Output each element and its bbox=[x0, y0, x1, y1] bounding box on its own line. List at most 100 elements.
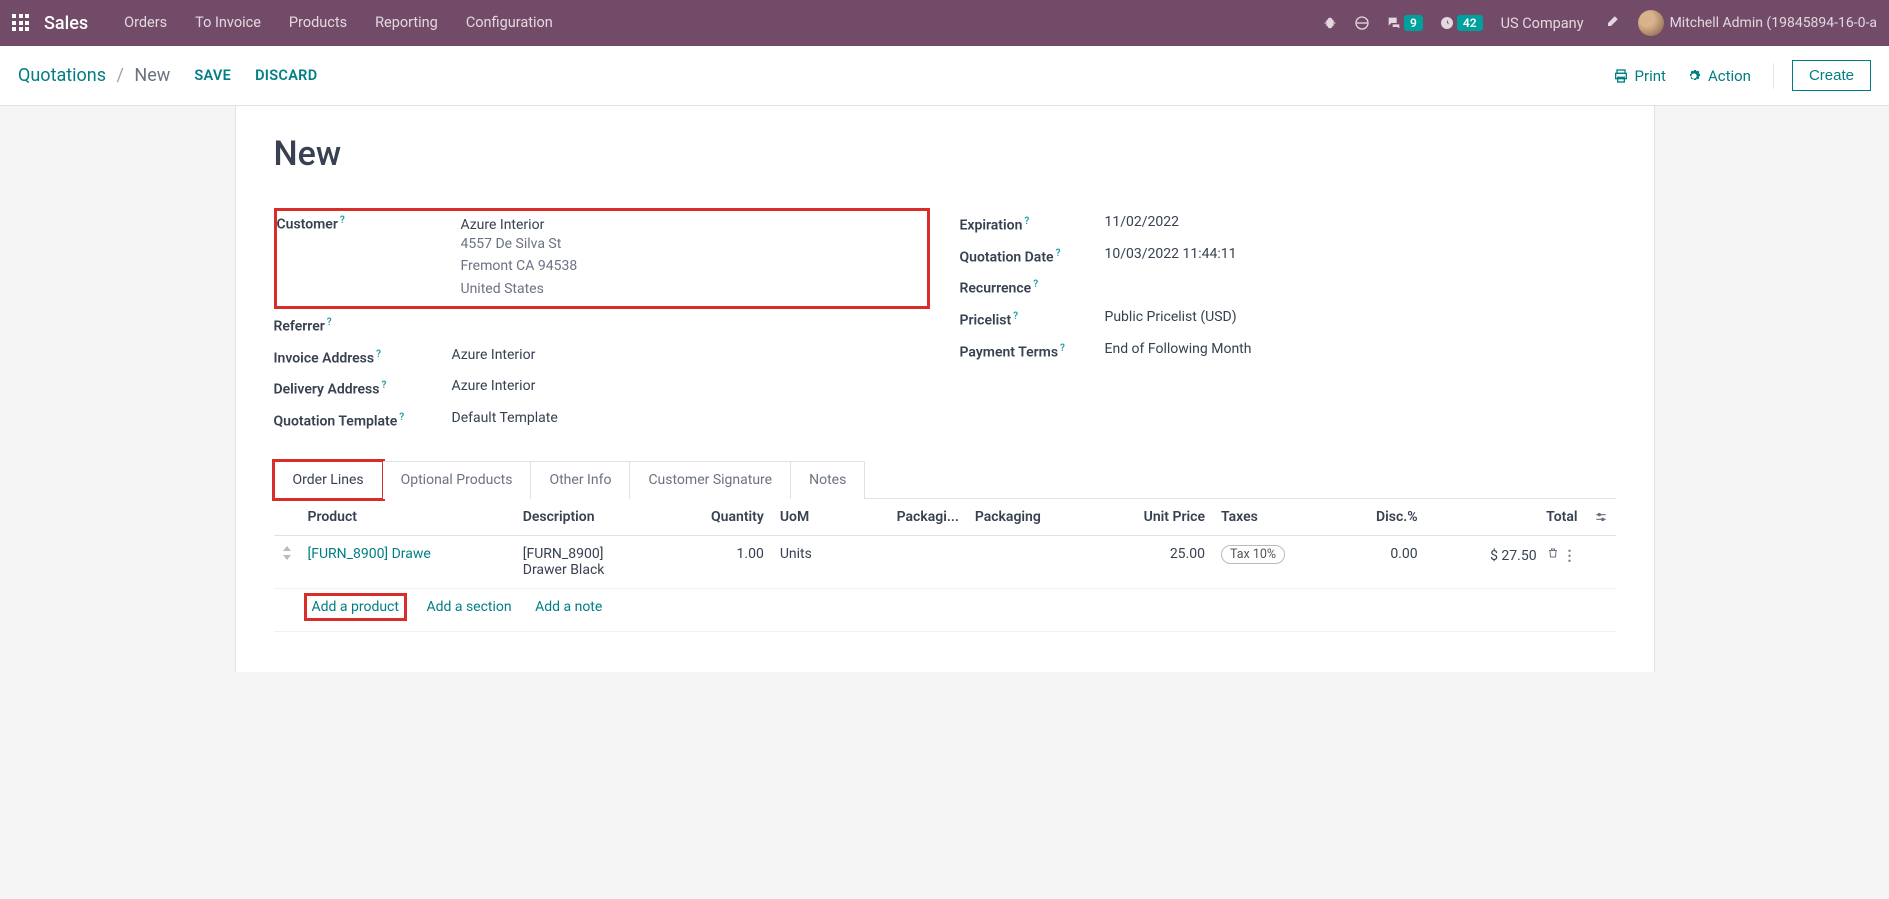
col-discount[interactable]: Disc.% bbox=[1337, 499, 1426, 536]
col-packaging-qty[interactable]: Packagi... bbox=[846, 499, 967, 536]
col-quantity[interactable]: Quantity bbox=[666, 499, 772, 536]
breadcrumb-sep: / bbox=[116, 65, 123, 86]
quotation-date-field[interactable]: 10/03/2022 11:44:11 bbox=[1105, 246, 1237, 266]
nav-products[interactable]: Products bbox=[275, 0, 361, 46]
referrer-label: Referrer bbox=[274, 319, 325, 335]
product-cell[interactable]: [FURN_8900] Drawe bbox=[308, 546, 431, 562]
bug-icon[interactable] bbox=[1322, 15, 1338, 31]
order-lines-table: Product Description Quantity UoM Packagi… bbox=[274, 499, 1616, 632]
control-bar: Quotations / New SAVE DISCARD Print Acti… bbox=[0, 46, 1889, 106]
expiration-field[interactable]: 11/02/2022 bbox=[1105, 214, 1180, 234]
action-label: Action bbox=[1708, 67, 1751, 85]
discount-cell[interactable]: 0.00 bbox=[1337, 535, 1426, 588]
breadcrumb-current: New bbox=[134, 65, 170, 86]
help-icon[interactable]: ? bbox=[381, 380, 386, 391]
col-unit-price[interactable]: Unit Price bbox=[1094, 499, 1213, 536]
pricelist-field[interactable]: Public Pricelist (USD) bbox=[1105, 309, 1237, 329]
nav-orders[interactable]: Orders bbox=[110, 0, 181, 46]
help-icon[interactable]: ? bbox=[399, 412, 404, 423]
recurrence-label: Recurrence bbox=[960, 281, 1032, 297]
user-menu[interactable]: Mitchell Admin (19845894-16-0-a bbox=[1670, 15, 1877, 31]
form-right-col: Expiration? 11/02/2022 Quotation Date? 1… bbox=[960, 208, 1616, 436]
packaging-cell[interactable] bbox=[967, 535, 1094, 588]
quotation-template-label: Quotation Template bbox=[274, 414, 398, 430]
help-icon[interactable]: ? bbox=[340, 215, 345, 226]
col-total[interactable]: Total bbox=[1426, 499, 1586, 536]
nav-to-invoice[interactable]: To Invoice bbox=[181, 0, 275, 46]
help-icon[interactable]: ? bbox=[1013, 311, 1018, 322]
delete-row-icon[interactable] bbox=[1544, 548, 1563, 564]
activities-icon[interactable]: 42 bbox=[1439, 15, 1483, 31]
columns-settings-icon[interactable] bbox=[1594, 510, 1608, 524]
customer-addr3: United States bbox=[461, 278, 927, 300]
help-icon[interactable]: ? bbox=[1033, 279, 1038, 290]
unit-price-cell[interactable]: 25.00 bbox=[1094, 535, 1213, 588]
add-section-link[interactable]: Add a section bbox=[426, 599, 511, 615]
app-brand[interactable]: Sales bbox=[44, 13, 88, 34]
quotation-template-field[interactable]: Default Template bbox=[452, 410, 558, 430]
quantity-cell[interactable]: 1.00 bbox=[666, 535, 772, 588]
pricelist-label: Pricelist bbox=[960, 313, 1012, 329]
form-sheet: New Customer? Azure Interior 4557 De Sil… bbox=[235, 106, 1655, 672]
invoice-address-label: Invoice Address bbox=[274, 350, 375, 366]
taxes-cell[interactable]: Tax 10% bbox=[1213, 535, 1337, 588]
add-note-link[interactable]: Add a note bbox=[535, 599, 602, 615]
save-button[interactable]: SAVE bbox=[194, 67, 231, 84]
add-product-link[interactable]: Add a product bbox=[308, 597, 403, 617]
quotation-date-label: Quotation Date bbox=[960, 249, 1054, 265]
invoice-address-field[interactable]: Azure Interior bbox=[452, 347, 536, 367]
customer-addr1: 4557 De Silva St bbox=[461, 233, 927, 255]
delivery-address-field[interactable]: Azure Interior bbox=[452, 378, 536, 398]
col-uom[interactable]: UoM bbox=[772, 499, 846, 536]
payment-terms-label: Payment Terms bbox=[960, 344, 1059, 360]
company-selector[interactable]: US Company bbox=[1501, 15, 1584, 32]
print-icon bbox=[1613, 68, 1629, 84]
packaging-qty-cell[interactable] bbox=[846, 535, 967, 588]
gear-icon bbox=[1686, 68, 1702, 84]
avatar[interactable] bbox=[1638, 10, 1664, 36]
col-product[interactable]: Product bbox=[300, 499, 515, 536]
nav-configuration[interactable]: Configuration bbox=[452, 0, 567, 46]
support-icon[interactable] bbox=[1354, 15, 1370, 31]
help-icon[interactable]: ? bbox=[376, 349, 381, 360]
tab-notes[interactable]: Notes bbox=[791, 461, 865, 499]
tab-optional-products[interactable]: Optional Products bbox=[383, 461, 532, 499]
nav-reporting[interactable]: Reporting bbox=[361, 0, 452, 46]
col-packaging[interactable]: Packaging bbox=[967, 499, 1094, 536]
tax-pill: Tax 10% bbox=[1221, 545, 1285, 564]
create-button[interactable]: Create bbox=[1792, 60, 1871, 91]
print-button[interactable]: Print bbox=[1613, 67, 1666, 85]
action-button[interactable]: Action bbox=[1686, 67, 1751, 85]
table-row[interactable]: [FURN_8900] Drawe [FURN_8900] Drawer Bla… bbox=[274, 535, 1616, 588]
top-navbar: Sales Orders To Invoice Products Reporti… bbox=[0, 0, 1889, 46]
messaging-icon[interactable]: 9 bbox=[1386, 15, 1423, 31]
messaging-badge: 9 bbox=[1404, 15, 1423, 31]
customer-field[interactable]: Azure Interior 4557 De Silva St Fremont … bbox=[455, 211, 927, 306]
page-title: New bbox=[274, 134, 1616, 174]
tab-other-info[interactable]: Other Info bbox=[531, 461, 630, 499]
drag-handle-icon[interactable] bbox=[274, 535, 300, 588]
customer-name: Azure Interior bbox=[461, 217, 927, 233]
payment-terms-field[interactable]: End of Following Month bbox=[1105, 341, 1252, 361]
uom-cell[interactable]: Units bbox=[772, 535, 846, 588]
discard-button[interactable]: DISCARD bbox=[255, 67, 317, 84]
apps-icon[interactable] bbox=[12, 14, 30, 32]
tabs: Order Lines Optional Products Other Info… bbox=[274, 460, 1616, 499]
form-left-col: Customer? Azure Interior 4557 De Silva S… bbox=[274, 208, 930, 436]
customer-block: Customer? Azure Interior 4557 De Silva S… bbox=[274, 208, 930, 309]
help-icon[interactable]: ? bbox=[1060, 343, 1065, 354]
tab-customer-signature[interactable]: Customer Signature bbox=[630, 461, 791, 499]
help-icon[interactable]: ? bbox=[1024, 216, 1029, 227]
tools-icon[interactable] bbox=[1602, 14, 1620, 32]
description-cell[interactable]: [FURN_8900] Drawer Black bbox=[515, 535, 666, 588]
col-taxes[interactable]: Taxes bbox=[1213, 499, 1337, 536]
help-icon[interactable]: ? bbox=[1056, 248, 1061, 259]
row-menu-icon[interactable]: ⋮ bbox=[1563, 548, 1578, 564]
expiration-label: Expiration bbox=[960, 218, 1023, 234]
customer-addr2: Fremont CA 94538 bbox=[461, 255, 927, 277]
col-description[interactable]: Description bbox=[515, 499, 666, 536]
help-icon[interactable]: ? bbox=[327, 317, 332, 328]
breadcrumb-root[interactable]: Quotations bbox=[18, 65, 106, 86]
divider bbox=[1773, 63, 1774, 89]
tab-order-lines[interactable]: Order Lines bbox=[274, 461, 383, 499]
